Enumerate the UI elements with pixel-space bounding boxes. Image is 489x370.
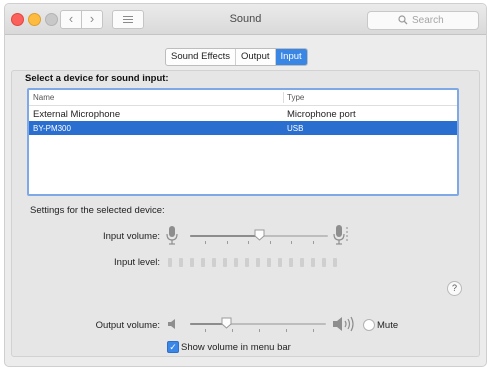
search-icon <box>398 15 408 25</box>
search-field[interactable]: Search <box>367 11 479 30</box>
level-segment <box>201 258 205 267</box>
level-segment <box>289 258 293 267</box>
device-name: External Microphone <box>33 109 121 120</box>
tab-sound-effects[interactable]: Sound Effects <box>166 49 236 65</box>
input-device-table[interactable]: Name Type External Microphone Microphone… <box>27 88 459 196</box>
level-segment <box>245 258 249 267</box>
level-segment <box>234 258 238 267</box>
slider-tick <box>205 329 206 332</box>
device-type: USB <box>287 124 304 133</box>
slider-tick <box>291 241 292 244</box>
column-header-name[interactable]: Name <box>33 93 54 102</box>
slider-tick <box>205 241 206 244</box>
output-volume-label: Output volume: <box>95 320 160 331</box>
level-segment <box>168 258 172 267</box>
slider-tick <box>227 241 228 244</box>
checkmark-icon: ✓ <box>169 342 177 352</box>
table-row[interactable]: External Microphone Microphone port <box>29 107 457 121</box>
tab-input[interactable]: Input <box>275 49 307 65</box>
help-button[interactable]: ? <box>447 281 462 296</box>
device-list-heading: Select a device for sound input: <box>25 73 169 84</box>
slider-tick <box>232 329 233 332</box>
speaker-high-icon <box>333 316 354 332</box>
microphone-high-icon <box>333 225 348 245</box>
tab-output[interactable]: Output <box>236 49 276 65</box>
column-header-type[interactable]: Type <box>287 93 304 102</box>
level-segment <box>223 258 227 267</box>
level-segment <box>212 258 216 267</box>
level-segment <box>179 258 183 267</box>
slider-tick <box>313 241 314 244</box>
device-type: Microphone port <box>287 109 356 120</box>
slider-tick <box>259 329 260 332</box>
slider-tick <box>270 241 271 244</box>
table-header: Name Type <box>29 90 457 106</box>
input-volume-knob[interactable] <box>254 229 265 241</box>
table-row-selected[interactable]: BY-PM300 USB <box>29 121 457 135</box>
output-volume-knob[interactable] <box>221 317 232 329</box>
show-volume-label: Show volume in menu bar <box>181 342 291 353</box>
microphone-low-icon <box>166 226 178 245</box>
level-segment <box>278 258 282 267</box>
mute-label: Mute <box>377 320 399 331</box>
device-name: BY-PM300 <box>33 124 71 133</box>
search-placeholder: Search <box>412 15 444 26</box>
input-level-label: Input level: <box>114 257 160 268</box>
column-divider <box>283 92 284 103</box>
help-icon: ? <box>451 283 457 293</box>
tab-bar: Sound Effects Output Input <box>165 48 308 66</box>
level-segment <box>311 258 315 267</box>
level-segment <box>256 258 260 267</box>
slider-tick <box>286 329 287 332</box>
speaker-low-icon <box>168 319 175 329</box>
level-segment <box>190 258 194 267</box>
slider-tick <box>248 241 249 244</box>
settings-heading: Settings for the selected device: <box>30 205 165 216</box>
output-volume-slider[interactable] <box>190 323 326 325</box>
mute-checkbox[interactable] <box>363 319 375 331</box>
level-segment <box>267 258 271 267</box>
show-volume-checkbox[interactable]: ✓ <box>167 341 179 353</box>
level-segment <box>300 258 304 267</box>
input-volume-label: Input volume: <box>102 231 160 242</box>
slider-tick <box>313 329 314 332</box>
input-volume-fill <box>190 235 259 237</box>
level-segment <box>322 258 326 267</box>
level-segment <box>333 258 337 267</box>
title-bar: ‹ › Sound Search <box>5 4 486 35</box>
